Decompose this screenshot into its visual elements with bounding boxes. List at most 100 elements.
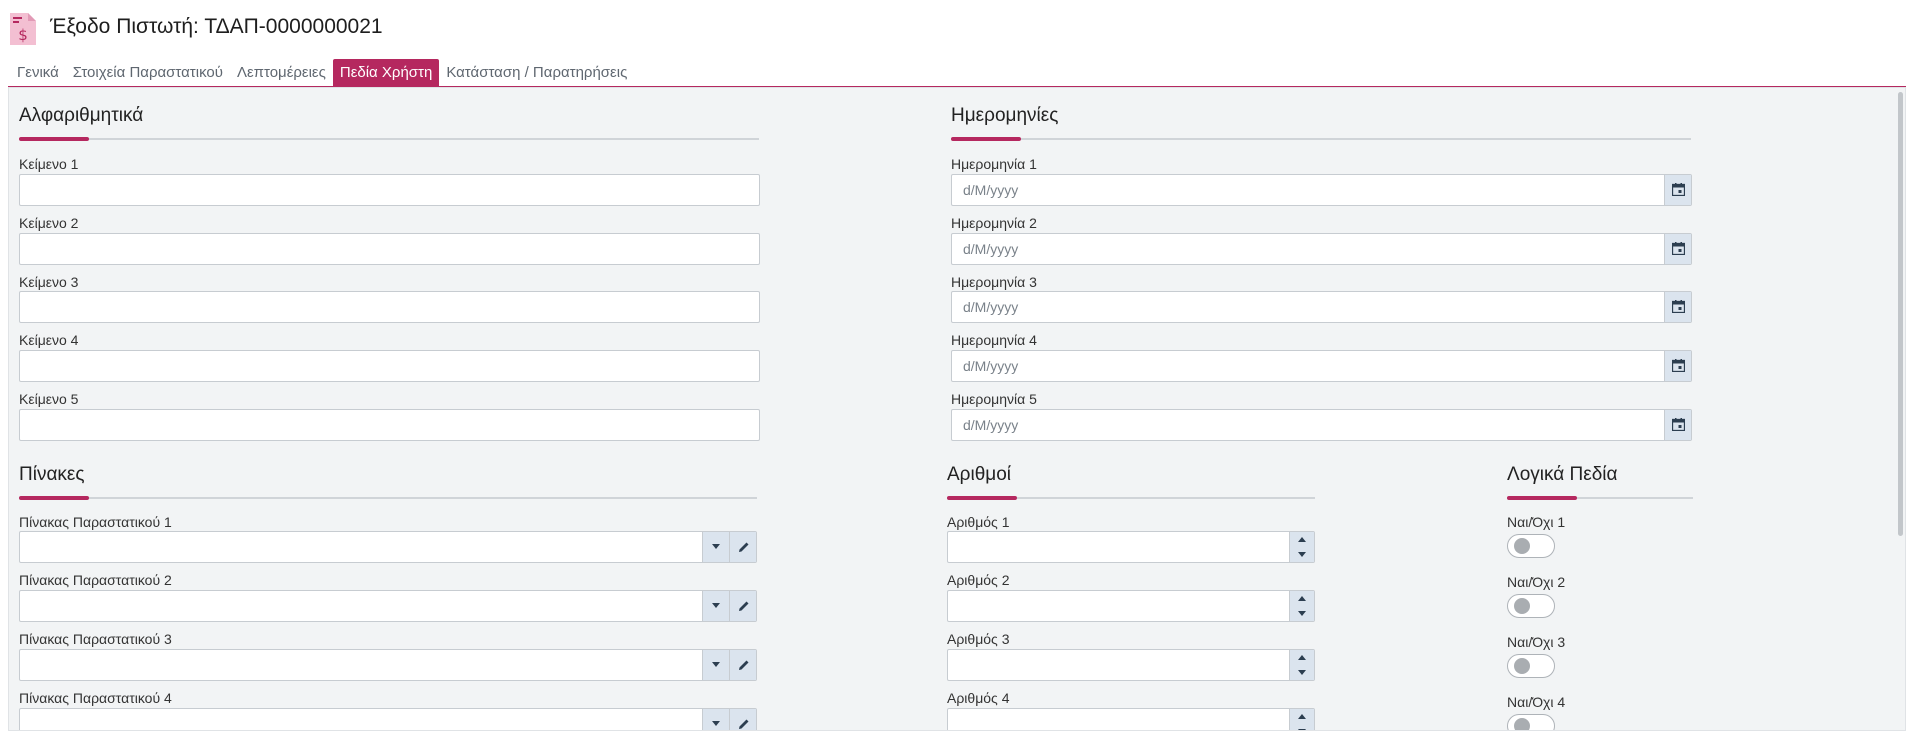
calendar-button[interactable] — [1664, 410, 1691, 440]
table-4-label: Πίνακας Παραστατικού 4 — [19, 690, 172, 706]
calendar-button[interactable] — [1664, 175, 1691, 205]
edit-button[interactable] — [729, 709, 756, 730]
edit-button[interactable] — [729, 591, 756, 621]
dropdown-button[interactable] — [702, 650, 729, 680]
boolean-3-toggle[interactable] — [1507, 654, 1555, 678]
number-3-input[interactable] — [947, 649, 1315, 681]
text-5-label: Κείμενο 5 — [19, 391, 79, 407]
caret-up-icon — [1298, 537, 1306, 542]
increment-button[interactable] — [1290, 591, 1314, 606]
number-4-label: Αριθμός 4 — [947, 690, 1010, 706]
tab-user-fields[interactable]: Πεδία Χρήστη — [332, 59, 440, 87]
section-separator — [1507, 496, 1693, 500]
pencil-icon — [739, 719, 749, 729]
date-2-label: Ημερομηνία 2 — [951, 215, 1037, 231]
date-1-input[interactable]: d/M/yyyy — [951, 174, 1692, 206]
text-4-input[interactable] — [19, 350, 760, 382]
section-title-booleans: Λογικά Πεδία — [1507, 464, 1618, 485]
number-3-label: Αριθμός 3 — [947, 631, 1010, 647]
date-placeholder: d/M/yyyy — [963, 241, 1019, 257]
vertical-scrollbar[interactable] — [1898, 92, 1903, 536]
text-3-input[interactable] — [19, 291, 760, 323]
caret-down-icon — [712, 662, 720, 667]
boolean-1-toggle[interactable] — [1507, 534, 1555, 558]
user-fields-panel: Αλφαριθμητικά Κείμενο 1 Κείμενο 2 Κείμεν… — [8, 87, 1906, 731]
date-1-label: Ημερομηνία 1 — [951, 156, 1037, 172]
dropdown-button[interactable] — [702, 591, 729, 621]
caret-up-icon — [1298, 655, 1306, 660]
section-separator — [951, 137, 1691, 141]
table-1-label: Πίνακας Παραστατικού 1 — [19, 514, 172, 530]
increment-button[interactable] — [1290, 532, 1314, 547]
decrement-button[interactable] — [1290, 665, 1314, 680]
boolean-2-toggle[interactable] — [1507, 594, 1555, 618]
page-title: Έξοδο Πιστωτή: ΤΔΑΠ-0000000021 — [50, 15, 383, 38]
increment-button[interactable] — [1290, 709, 1314, 724]
tab-details[interactable]: Λεπτομέρειες — [230, 59, 333, 87]
calendar-button[interactable] — [1664, 351, 1691, 381]
number-2-label: Αριθμός 2 — [947, 572, 1010, 588]
page-header: $ Έξοδο Πιστωτή: ΤΔΑΠ-0000000021 — [0, 0, 1907, 56]
date-3-label: Ημερομηνία 3 — [951, 274, 1037, 290]
tab-status-notes[interactable]: Κατάσταση / Παρατηρήσεις — [439, 59, 634, 87]
date-5-label: Ημερομηνία 5 — [951, 391, 1037, 407]
table-3-select[interactable] — [19, 649, 757, 681]
boolean-1-label: Ναι/Όχι 1 — [1507, 514, 1566, 530]
date-placeholder: d/M/yyyy — [963, 417, 1019, 433]
svg-text:$: $ — [18, 26, 28, 44]
number-spinner — [1289, 709, 1314, 730]
edit-button[interactable] — [729, 532, 756, 562]
decrement-button[interactable] — [1290, 547, 1314, 562]
calendar-button[interactable] — [1664, 292, 1691, 322]
text-2-input[interactable] — [19, 233, 760, 265]
table-3-label: Πίνακας Παραστατικού 3 — [19, 631, 172, 647]
caret-up-icon — [1298, 714, 1306, 719]
caret-down-icon — [1298, 729, 1306, 730]
tab-general[interactable]: Γενικά — [10, 59, 66, 87]
pencil-icon — [739, 660, 749, 670]
caret-down-icon — [712, 603, 720, 608]
boolean-2-label: Ναι/Όχι 2 — [1507, 574, 1566, 590]
text-5-input[interactable] — [19, 409, 760, 441]
number-1-label: Αριθμός 1 — [947, 514, 1010, 530]
edit-button[interactable] — [729, 650, 756, 680]
caret-down-icon — [1298, 611, 1306, 616]
calendar-button[interactable] — [1664, 234, 1691, 264]
caret-down-icon — [1298, 670, 1306, 675]
text-1-input[interactable] — [19, 174, 760, 206]
table-4-select[interactable] — [19, 708, 757, 730]
decrement-button[interactable] — [1290, 606, 1314, 621]
table-2-select[interactable] — [19, 590, 757, 622]
section-title-numbers: Αριθμοί — [947, 464, 1012, 485]
calendar-icon — [1672, 418, 1685, 431]
section-separator — [19, 496, 757, 500]
caret-up-icon — [1298, 596, 1306, 601]
dropdown-button[interactable] — [702, 709, 729, 730]
boolean-4-label: Ναι/Όχι 4 — [1507, 694, 1566, 710]
table-1-select[interactable] — [19, 531, 757, 563]
dropdown-button[interactable] — [702, 532, 729, 562]
section-separator — [19, 137, 759, 141]
date-2-input[interactable]: d/M/yyyy — [951, 233, 1692, 265]
date-3-input[interactable]: d/M/yyyy — [951, 291, 1692, 323]
pencil-icon — [739, 542, 749, 552]
date-4-label: Ημερομηνία 4 — [951, 332, 1037, 348]
section-title-dates: Ημερομηνίες — [951, 105, 1059, 126]
text-4-label: Κείμενο 4 — [19, 332, 79, 348]
number-2-input[interactable] — [947, 590, 1315, 622]
section-title-alphanumeric: Αλφαριθμητικά — [19, 105, 144, 126]
boolean-4-toggle[interactable] — [1507, 714, 1555, 730]
text-1-label: Κείμενο 1 — [19, 156, 79, 172]
date-4-input[interactable]: d/M/yyyy — [951, 350, 1692, 382]
number-4-input[interactable] — [947, 708, 1315, 730]
calendar-icon — [1672, 300, 1685, 313]
text-2-label: Κείμενο 2 — [19, 215, 79, 231]
section-separator — [947, 496, 1315, 500]
increment-button[interactable] — [1290, 650, 1314, 665]
number-spinner — [1289, 532, 1314, 562]
decrement-button[interactable] — [1290, 724, 1314, 730]
tab-bar: Γενικά Στοιχεία Παραστατικού Λεπτομέρειε… — [10, 59, 634, 87]
tab-document-details[interactable]: Στοιχεία Παραστατικού — [66, 59, 230, 87]
date-5-input[interactable]: d/M/yyyy — [951, 409, 1692, 441]
number-1-input[interactable] — [947, 531, 1315, 563]
